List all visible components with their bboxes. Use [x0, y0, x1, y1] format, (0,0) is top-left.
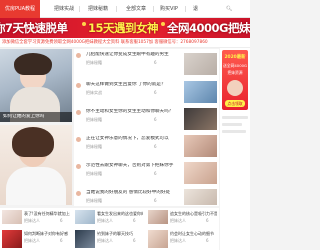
- card-title[interactable]: 看女生发出来的这也爱你的信号: [97, 211, 143, 217]
- nav-item-vip[interactable]: 购买VIP: [160, 0, 178, 18]
- view-count: 6: [60, 238, 63, 243]
- nav-item-tips[interactable]: 把妹秘籍: [88, 0, 108, 18]
- bottom-grid: 表了!没有任何精华就加上提供的资料 把妹达人 6 看女生发出来的这也爱你的信号 …: [0, 208, 219, 250]
- promo-card[interactable]: 2020最新 送全网4000G 把妹资源 点击领取: [222, 50, 248, 110]
- card-thumbnail[interactable]: [2, 230, 22, 248]
- promo-button[interactable]: 点击领取: [225, 100, 245, 107]
- nav-divider: [116, 6, 117, 12]
- feed-avatar: [76, 164, 81, 169]
- promo-line-2: 送全网4000G: [223, 63, 247, 68]
- card-thumbnail[interactable]: [148, 230, 168, 248]
- card-author: 把妹达人: [170, 218, 186, 223]
- feed-item-tag[interactable]: 把妹秘籍: [86, 117, 102, 122]
- feed-avatar: [76, 53, 81, 58]
- card-title[interactable]: 追女生的核心是吸引力不是讨好: [170, 211, 217, 217]
- feed-item-tag[interactable]: 把妹秘籍: [86, 144, 102, 149]
- card-title[interactable]: 约会时让女生心动的细节: [170, 231, 217, 237]
- banner-dot: [161, 22, 165, 26]
- feed-item-tag[interactable]: 把妹实战: [86, 90, 102, 95]
- feed-thumbnail[interactable]: [184, 162, 217, 184]
- view-count: 6: [60, 218, 63, 223]
- view-count: 6: [133, 238, 136, 243]
- promo-avatar: [227, 80, 243, 96]
- banner-dot: [82, 22, 86, 26]
- view-count: 6: [206, 218, 209, 223]
- feed-avatar: [76, 191, 81, 196]
- feed-thumbnail[interactable]: [184, 81, 217, 103]
- feed-thumbnail[interactable]: [184, 108, 217, 130]
- nav-divider: [185, 6, 186, 12]
- feed-thumbnail[interactable]: [184, 53, 217, 75]
- banner-text-3: 全网4000G把妹资源: [167, 21, 250, 35]
- nav-item-home[interactable]: 优房PUA教程: [0, 0, 40, 18]
- view-count: 6: [154, 144, 157, 149]
- card-author: 把妹达人: [97, 218, 113, 223]
- feed-avatar: [76, 110, 81, 115]
- nav-item-exit[interactable]: 退: [193, 0, 198, 18]
- feed-avatar: [76, 83, 81, 88]
- card-title[interactable]: 表了!没有任何精华就加上提供的资料: [24, 211, 70, 217]
- feed-item-tag[interactable]: 把妹秘籍: [86, 198, 102, 203]
- nav-item-practice[interactable]: 把妹实战: [54, 0, 74, 18]
- card-author: 把妹达人: [170, 238, 186, 243]
- card-author: 把妹达人: [24, 238, 40, 243]
- view-count: 6: [206, 238, 209, 243]
- feed-item-title[interactable]: 聊天这样做到女生回复你 了你的就是？: [86, 82, 176, 88]
- feed-item-tag[interactable]: 把妹秘籍: [86, 60, 102, 65]
- sidebar-placeholder: [222, 130, 246, 133]
- nav-divider: [153, 6, 154, 12]
- nav-item-articles[interactable]: 全部文章: [126, 0, 146, 18]
- view-count: 6: [154, 90, 157, 95]
- view-count: 6: [133, 218, 136, 223]
- feed-list: 几招能快速让你变成女生眼中有趣的男生 把妹秘籍 6 聊天这样做到女生回复你 了你…: [74, 49, 219, 206]
- feed-item-title[interactable]: 示范性去跟女神聊天，否则对第下把妹你手: [86, 163, 176, 169]
- card-title[interactable]: 钓到妹子的聊天技巧: [97, 231, 143, 237]
- card-thumbnail[interactable]: [2, 210, 22, 224]
- feed-item-title[interactable]: 几招能快速让你变成女生眼中有趣的男生: [86, 52, 176, 58]
- promo-line-1: 2020最新: [224, 55, 246, 60]
- feed-item-tag[interactable]: 把妹秘籍: [86, 171, 102, 176]
- search-icon[interactable]: 🔍︎: [226, 0, 232, 18]
- banner-text-2: 15天遇到女神: [88, 21, 159, 35]
- view-count: 6: [154, 198, 157, 203]
- notice-text: 添加微信全套学习资源免费领取全网4000G把妹教程大全资料 联系客服1057加 …: [2, 40, 208, 45]
- feed-item-title[interactable]: 你不主动和女生你的女生主动和你聊天吗？: [86, 109, 176, 115]
- feed-item-title[interactable]: 当她说我的好朋友的 感情比较好中的好处: [86, 190, 176, 196]
- left-feature-card[interactable]: [0, 125, 72, 205]
- featured-card[interactable]: 如何让她的爱上你吗: [0, 49, 72, 122]
- banner-text-1: 你7天快速脱单: [0, 21, 68, 35]
- notice-bar: 添加微信全套学习资源免费领取全网4000G把妹教程大全资料 联系客服1057加 …: [0, 38, 250, 48]
- featured-caption: 如何让她的爱上你吗: [3, 114, 45, 119]
- nav-divider: [79, 6, 80, 12]
- card-author: 把妹达人: [97, 238, 113, 243]
- promo-line-3: 把妹资源: [227, 70, 243, 75]
- view-count: 6: [154, 60, 157, 65]
- card-author: 把妹达人: [24, 218, 40, 223]
- card-title[interactable]: 如何判断妹子对你有好感: [24, 231, 70, 237]
- feed-thumbnail[interactable]: [184, 135, 217, 157]
- promo-banner[interactable]: 你7天快速脱单 15天遇到女神 全网4000G把妹资源: [0, 18, 250, 38]
- right-sidebar: 2020最新 送全网4000G 把妹资源 点击领取: [220, 48, 250, 250]
- sidebar-placeholder: [222, 116, 248, 119]
- card-thumbnail[interactable]: [75, 230, 95, 248]
- card-thumbnail[interactable]: [75, 210, 95, 224]
- card-thumbnail[interactable]: [148, 210, 168, 224]
- view-count: 6: [154, 117, 157, 122]
- left-feature-image: [0, 125, 72, 205]
- feed-thumbnail[interactable]: [184, 189, 217, 205]
- feed-item-title[interactable]: 正在让女神乐意的情况下，恋爱模式可以: [86, 136, 176, 142]
- top-nav: 优房PUA教程 把妹实战 把妹秘籍 全部文章 购买VIP 退 🔍︎: [0, 0, 250, 18]
- feed-avatar: [76, 137, 81, 142]
- view-count: 6: [154, 171, 157, 176]
- sidebar-placeholder: [222, 123, 242, 126]
